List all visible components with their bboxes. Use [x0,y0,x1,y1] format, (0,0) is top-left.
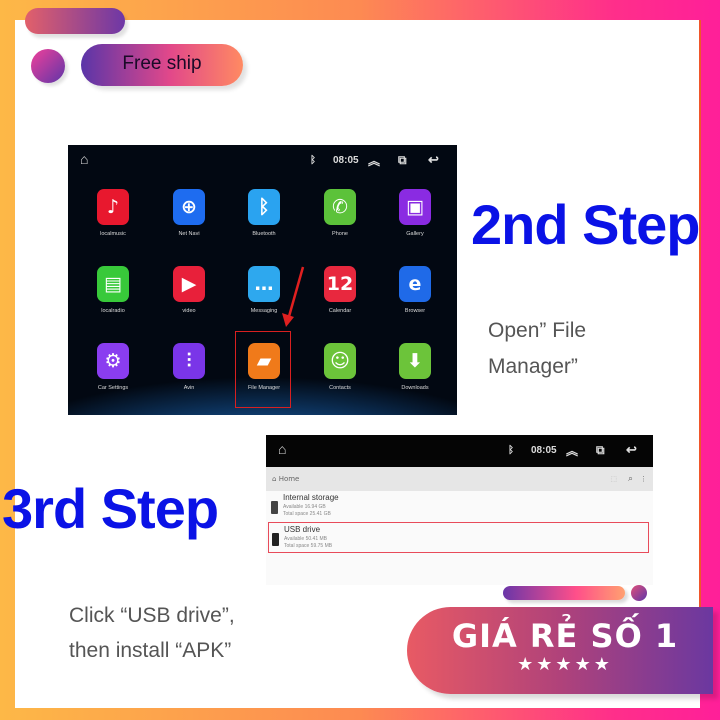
app-label: Contacts [329,385,351,391]
app-net-navi[interactable]: ⊕ Net Navi [154,189,224,237]
compass-icon: ⊕ [173,189,205,225]
price-badge: GIÁ RẺ SỐ 1 ★★★★★ [407,607,713,694]
app-localradio[interactable]: ▤ localradio [78,266,148,314]
download-icon: ⬇ [399,343,431,379]
decorative-pill [503,586,625,600]
app-video[interactable]: ▶ video [154,266,224,314]
home-icon[interactable]: ⌂ [80,151,88,167]
list-item-internal-storage[interactable]: Internal storage Available 16.94 GB Tota… [268,491,649,522]
list-item-usb-drive[interactable]: USB drive Available 50.41 MB Total space… [268,522,649,553]
app-label: Net Navi [178,231,200,237]
app-gallery[interactable]: ▣ Gallery [380,189,450,237]
step2-desc-line2: Manager” [488,355,578,378]
app-browser[interactable]: e Browser [380,266,450,314]
expand-icon[interactable]: ︽ [368,152,380,169]
status-bar: ⌂ ᛒ 08:05 ︽ ⧉ ↩ [266,435,653,467]
browser-icon: e [399,266,431,302]
app-label: Phone [332,231,348,237]
storage-total: Total space 59.75 MB [284,543,333,549]
bluetooth-status-icon: ᛒ [310,155,316,166]
step3-title: 3rd Step [2,477,219,540]
play-icon: ▶ [173,266,205,302]
app-contacts[interactable]: ☺ Contacts [305,343,375,391]
gallery-icon: ▣ [399,189,431,225]
app-avin[interactable]: ⫶ Avin [154,343,224,391]
recent-apps-icon[interactable]: ⧉ [596,443,605,458]
home-icon[interactable]: ⌂ [278,441,286,457]
music-note-icon: ♪ [97,189,129,225]
sd-card-icon [272,533,279,546]
calendar-icon: 12 [324,266,356,302]
app-label: localmusic [100,231,126,237]
expand-icon[interactable]: ︽ [566,442,578,459]
phone-storage-icon [271,501,278,514]
app-calendar[interactable]: 12 Calendar [305,266,375,314]
app-downloads[interactable]: ⬇ Downloads [380,343,450,391]
storage-total: Total space 25.41 GB [283,511,331,517]
decorative-dot [31,49,65,83]
home-screen: ⌂ ᛒ 08:05 ︽ ⧉ ↩ ♪ localmusic ⊕ Net Navi ᛒ Blu… [68,145,457,415]
storage-available: Available 50.41 MB [284,536,327,542]
radio-icon: ▤ [97,266,129,302]
file-manager-highlight [235,331,291,408]
back-icon[interactable]: ↩ [428,152,439,168]
search-icon[interactable]: ⌕ [628,467,633,491]
red-arrow-icon [282,266,305,327]
app-label: Browser [404,308,426,314]
app-localmusic[interactable]: ♪ localmusic [78,189,148,237]
more-icon[interactable]: ⋮ [640,467,647,491]
app-label: Downloads [401,385,429,391]
step3-desc-line2: then install “APK” [69,639,232,662]
message-icon: … [248,266,280,302]
storage-name: USB drive [284,525,321,534]
app-car-settings[interactable]: ⚙ Car Settings [78,343,148,391]
frame-accent-line [699,20,701,620]
bluetooth-status-icon: ᛒ [508,445,514,456]
status-time: 08:05 [531,445,557,456]
step2-title: 2nd Step [471,193,700,256]
rating-stars: ★★★★★ [517,654,613,675]
breadcrumb-home-icon[interactable]: ⌂ [272,475,276,483]
step2-desc-line1: Open” File [488,319,587,342]
app-label: Bluetooth [252,231,276,237]
bluetooth-icon: ᛒ [248,189,280,225]
contact-icon: ☺ [324,343,356,379]
recent-apps-icon[interactable]: ⧉ [398,153,407,168]
step3-desc-line1: Click “USB drive”, [69,604,235,627]
back-icon[interactable]: ↩ [626,442,637,458]
storage-available: Available 16.94 GB [283,504,326,510]
storage-name: Internal storage [283,493,339,502]
app-label: localradio [101,308,125,314]
breadcrumb: ⌂ Home ⬚ ⌕ ⋮ [266,467,653,491]
app-phone[interactable]: ✆ Phone [305,189,375,237]
app-label: Calendar [328,308,352,314]
gear-icon: ⚙ [97,343,129,379]
free-ship-badge: Free ship [81,44,243,86]
status-time: 08:05 [333,155,359,166]
phone-icon: ✆ [324,189,356,225]
price-badge-title: GIÁ RẺ SỐ 1 [451,617,679,655]
status-bar: ⌂ ᛒ 08:05 ︽ ⧉ ↩ [68,145,457,177]
app-label: Car Settings [97,385,129,391]
decorative-pill [25,8,125,34]
file-manager-screen: ⌂ ᛒ 08:05 ︽ ⧉ ↩ ⌂ Home ⬚ ⌕ ⋮ Internal st… [266,435,653,585]
select-icon[interactable]: ⬚ [610,467,617,491]
app-label: Avin [183,385,195,391]
app-bluetooth[interactable]: ᛒ Bluetooth [229,189,299,237]
breadcrumb-home[interactable]: Home [279,475,300,483]
equalizer-icon: ⫶ [173,343,205,379]
app-label: video [182,308,196,314]
app-label: Gallery [406,231,424,237]
decorative-dot [631,585,647,601]
